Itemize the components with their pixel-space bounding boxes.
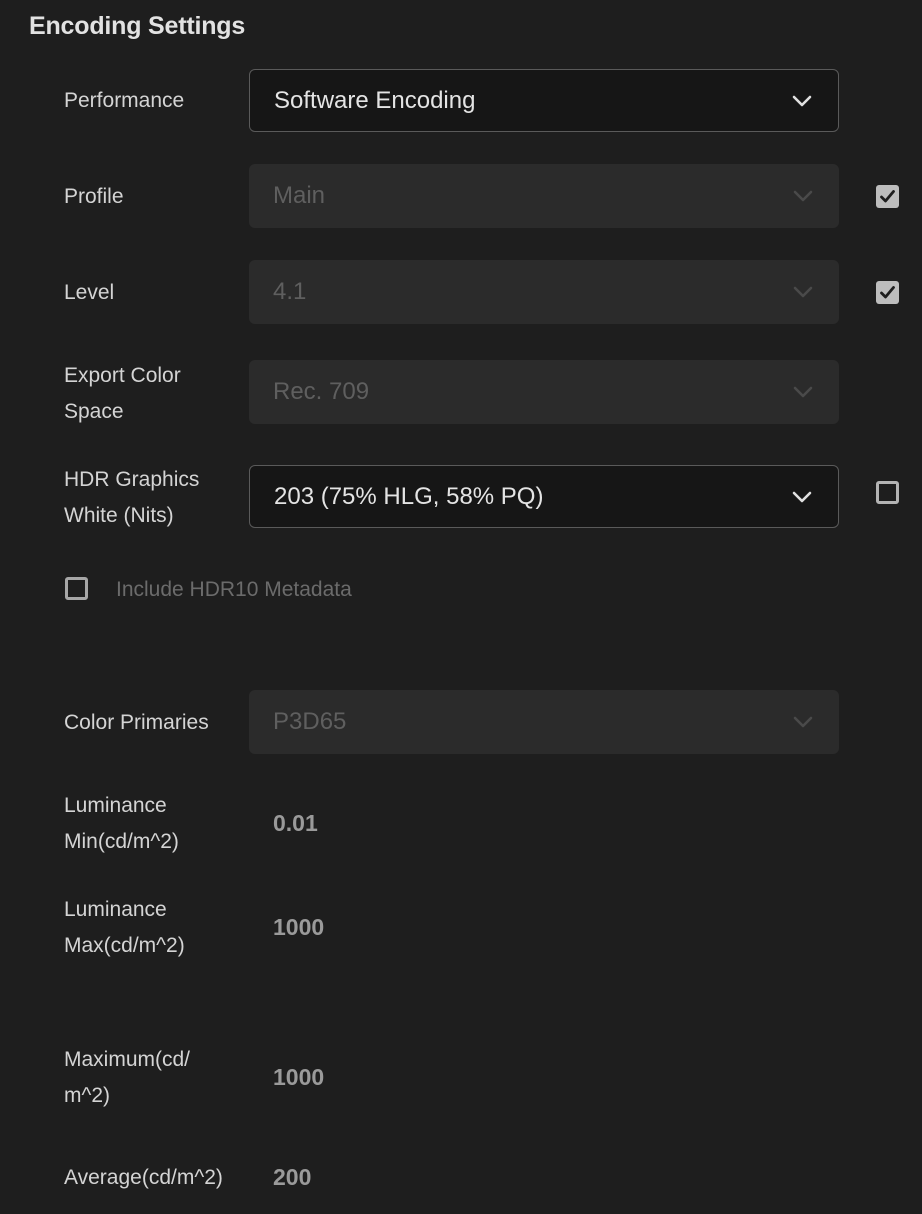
export-color-space-dropdown: Rec. 709 <box>249 360 839 424</box>
average-label: Average(cd/m^2) <box>64 1166 223 1189</box>
chevron-down-icon <box>792 95 812 107</box>
level-override-checkbox[interactable] <box>876 281 899 304</box>
export-color-space-label-line1: Export Color <box>64 364 181 387</box>
luminance-min-value: 0.01 <box>273 810 318 836</box>
profile-dropdown: Main <box>249 164 839 228</box>
panel-title: Encoding Settings <box>29 12 246 40</box>
luminance-min-label-line2: Min(cd/m^2) <box>64 830 179 853</box>
hdr-graphics-white-override-checkbox[interactable] <box>876 481 899 504</box>
chevron-down-icon <box>792 491 812 503</box>
maximum-label-line2: m^2) <box>64 1084 111 1107</box>
profile-label: Profile <box>64 185 124 208</box>
export-color-space-label-line2: Space <box>64 400 124 423</box>
level-value: 4.1 <box>273 278 307 305</box>
level-dropdown: 4.1 <box>249 260 839 324</box>
luminance-min-label-line1: Luminance <box>64 794 167 817</box>
color-primaries-label: Color Primaries <box>64 711 209 734</box>
chevron-down-icon <box>793 190 813 202</box>
profile-override-checkbox[interactable] <box>876 185 899 208</box>
luminance-max-value: 1000 <box>273 914 325 940</box>
level-label: Level <box>64 281 115 304</box>
checkmark-icon <box>880 190 895 203</box>
maximum-value: 1000 <box>273 1064 325 1090</box>
include-hdr10-metadata-label: Include HDR10 Metadata <box>116 578 352 601</box>
chevron-down-icon <box>793 716 813 728</box>
performance-label: Performance <box>64 89 185 112</box>
maximum-label-line1: Maximum(cd/ <box>64 1048 191 1071</box>
performance-value: Software Encoding <box>274 86 476 114</box>
chevron-down-icon <box>793 286 813 298</box>
performance-dropdown[interactable]: Software Encoding <box>249 69 839 132</box>
hdr-graphics-white-dropdown[interactable]: 203 (75% HLG, 58% PQ) <box>249 465 839 528</box>
average-value: 200 <box>273 1164 312 1190</box>
checkmark-icon <box>880 286 895 299</box>
profile-value: Main <box>273 182 326 209</box>
color-primaries-dropdown: P3D65 <box>249 690 839 754</box>
hdr-graphics-white-label-line1: HDR Graphics <box>64 468 200 491</box>
hdr-graphics-white-label-line2: White (Nits) <box>64 504 174 527</box>
chevron-down-icon <box>793 386 813 398</box>
export-color-space-value: Rec. 709 <box>273 378 370 405</box>
luminance-max-label-line1: Luminance <box>64 898 167 921</box>
luminance-max-label-line2: Max(cd/m^2) <box>64 934 185 957</box>
hdr-graphics-white-value: 203 (75% HLG, 58% PQ) <box>274 482 544 510</box>
color-primaries-value: P3D65 <box>273 708 347 735</box>
include-hdr10-metadata-checkbox[interactable] <box>65 577 88 600</box>
